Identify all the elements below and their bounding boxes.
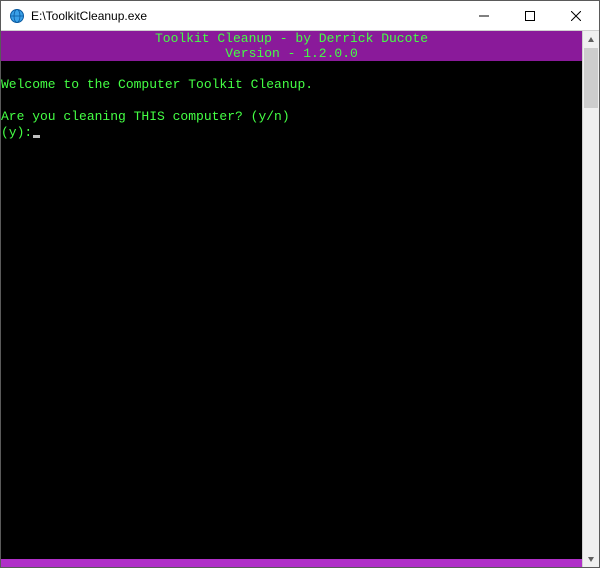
window-title: E:\ToolkitCleanup.exe xyxy=(31,9,147,23)
terminal-question-line: Are you cleaning THIS computer? (y/n) xyxy=(1,109,582,125)
terminal-blank-line xyxy=(1,93,582,109)
vertical-scrollbar[interactable] xyxy=(582,31,599,567)
banner-title: Toolkit Cleanup - by Derrick Ducote xyxy=(1,31,582,46)
titlebar[interactable]: E:\ToolkitCleanup.exe xyxy=(1,1,599,31)
console-banner: Toolkit Cleanup - by Derrick Ducote Vers… xyxy=(1,31,582,61)
terminal-welcome-line: Welcome to the Computer Toolkit Cleanup. xyxy=(1,77,582,93)
prompt-prefix: (y): xyxy=(1,125,32,140)
terminal-prompt-line: (y): xyxy=(1,125,582,141)
terminal-cursor xyxy=(33,135,40,138)
scrollbar-thumb[interactable] xyxy=(584,48,598,108)
console-footer-bar xyxy=(1,559,582,567)
banner-version: Version - 1.2.0.0 xyxy=(1,46,582,61)
client-area: Toolkit Cleanup - by Derrick Ducote Vers… xyxy=(1,31,599,567)
close-button[interactable] xyxy=(553,1,599,30)
minimize-button[interactable] xyxy=(461,1,507,30)
terminal-blank-line xyxy=(1,61,582,77)
app-icon xyxy=(9,8,25,24)
scroll-down-button[interactable] xyxy=(583,550,599,567)
scroll-up-button[interactable] xyxy=(583,31,599,48)
console: Toolkit Cleanup - by Derrick Ducote Vers… xyxy=(1,31,582,567)
app-window: E:\ToolkitCleanup.exe Toolkit Cleanup - … xyxy=(0,0,600,568)
window-controls xyxy=(461,1,599,30)
maximize-button[interactable] xyxy=(507,1,553,30)
terminal-body[interactable]: Welcome to the Computer Toolkit Cleanup.… xyxy=(1,61,582,559)
scrollbar-track[interactable] xyxy=(583,48,599,550)
